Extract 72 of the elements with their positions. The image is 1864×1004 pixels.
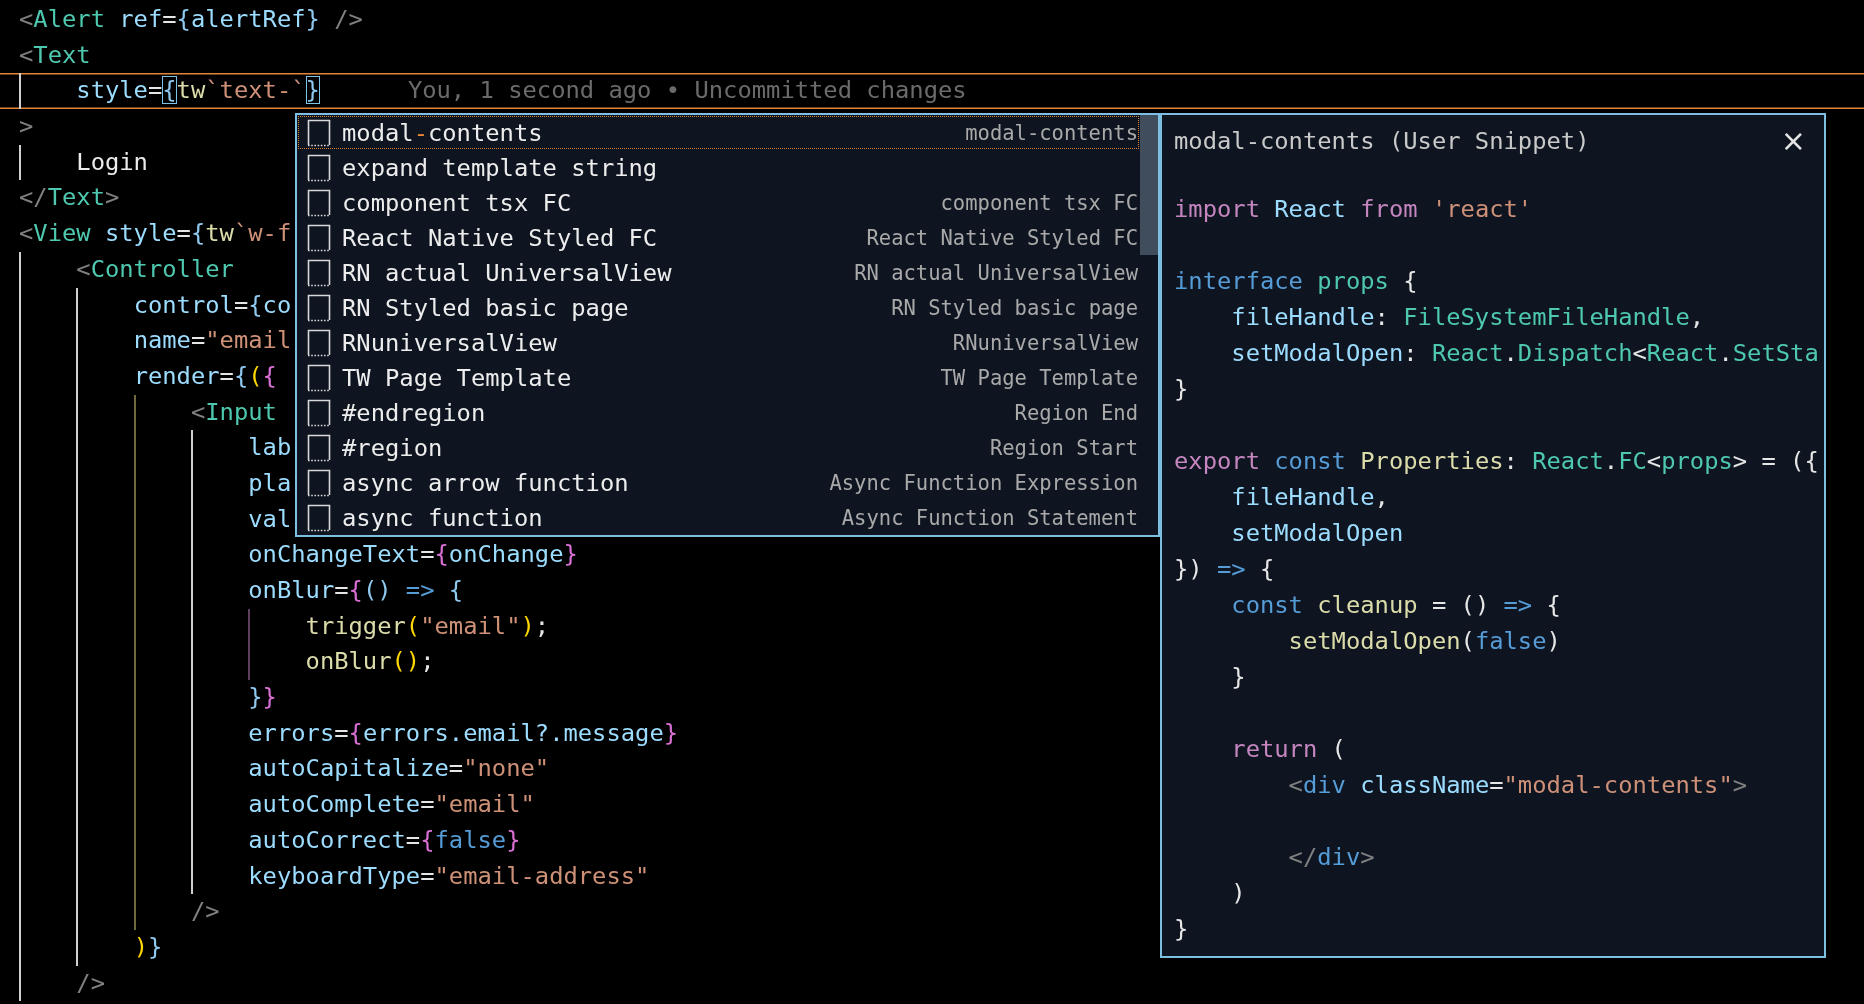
suggestion-item[interactable]: #region Region Start (297, 430, 1140, 465)
code-line: <Controller (19, 251, 234, 288)
code-line: ) (1230, 879, 1246, 907)
code-line: import React from 'react' (1174, 195, 1533, 223)
suggestion-item[interactable]: RNuniversalView RNuniversalView (297, 325, 1140, 360)
code-line: /> (19, 965, 105, 1002)
code-line: } (1174, 375, 1189, 403)
code-line: trigger("email"); (19, 608, 550, 645)
code-line: val (19, 501, 292, 538)
suggestion-item[interactable]: async function Async Function Statement (297, 500, 1140, 535)
code-line: name="email (19, 323, 292, 359)
code-line: } (1174, 915, 1189, 943)
snippet-icon (307, 363, 331, 392)
code-line: )} (19, 929, 163, 966)
code-line: autoCorrect={false} (19, 822, 521, 859)
code-line: control={co (19, 287, 292, 324)
code-line: <div className="modal-contents"> (1287, 771, 1748, 799)
code-line: } (1230, 663, 1246, 691)
code-line: const cleanup = () => { (1230, 591, 1561, 619)
scrollbar-thumb[interactable] (1140, 115, 1158, 255)
code-line: render={({ (19, 358, 277, 395)
code-line: > (19, 111, 34, 143)
code-line: lab (19, 430, 292, 466)
suggestion-item[interactable]: modal-contents modal-contents (297, 115, 1140, 150)
blame-annotation: You, 1 second ago • Uncommitted changes (407, 75, 967, 107)
suggestion-item[interactable]: component tsx FC component tsx FC (297, 185, 1140, 220)
snippet-icon (307, 223, 331, 252)
code-line: pla (19, 465, 292, 502)
code-line: Login (19, 144, 148, 181)
snippet-icon (307, 293, 331, 322)
code-line: /> (19, 894, 220, 930)
suggestion-item[interactable]: TW Page Template TW Page Template (297, 360, 1140, 395)
code-line: autoCapitalize="none" (19, 751, 550, 788)
code-line: }) => { (1174, 555, 1275, 583)
code-line: onBlur={() => { (19, 573, 464, 609)
code-line: setModalOpen: React.Dispatch<React.SetSta (1230, 339, 1819, 367)
code-line: setModalOpen(false) (1287, 627, 1561, 655)
suggestion-item[interactable]: RN Styled basic page RN Styled basic page (297, 290, 1140, 325)
snippet-icon (307, 258, 331, 287)
code-line: fileHandle, (1230, 483, 1389, 511)
code-line: setModalOpen (1230, 519, 1404, 547)
code-line: onChangeText={onChange} (19, 537, 578, 573)
snippet-icon (307, 153, 331, 182)
code-line: <Alert ref={alertRef} /> (19, 4, 363, 35)
snippet-icon (307, 398, 331, 427)
code-line: keyboardType="email-address" (19, 858, 650, 895)
code-line: <Input (19, 394, 277, 431)
code-line: export const Properties: React.FC<props> = ({ (1174, 447, 1819, 475)
snippet-icon (307, 188, 331, 217)
suggestion-item[interactable]: expand template string (297, 150, 1140, 185)
suggestion-item[interactable]: React Native Styled FC React Native Styled FC (297, 220, 1140, 255)
suggestion-item[interactable]: async arrow function Async Function Expression (297, 465, 1140, 500)
snippet-icon (307, 433, 331, 462)
snippet-icon (307, 468, 331, 497)
code-line: </Text> (19, 182, 120, 214)
code-line: errors={errors.email?.message} (19, 715, 679, 752)
code-line: autoComplete="email" (19, 787, 535, 823)
code-line: interface props { (1174, 267, 1418, 295)
snippet-icon (307, 328, 331, 357)
code-line: <Text (19, 39, 91, 71)
code-line: return ( (1230, 735, 1346, 763)
code-line: fileHandle: FileSystemFileHandle, (1230, 303, 1705, 331)
snippet-icon (307, 503, 331, 532)
details-title: modal-contents (User Snippet) (1174, 126, 1590, 157)
suggestion-item[interactable]: RN actual UniversalView RN actual UniversalView (297, 255, 1140, 290)
suggestion-item[interactable]: #endregion Region End (297, 395, 1140, 430)
snippet-icon (307, 118, 331, 147)
code-line: </div> (1287, 843, 1375, 871)
close-button[interactable]: × (1776, 123, 1810, 159)
code-line: <View style={tw`w-f (19, 218, 292, 250)
code-line: }} (19, 680, 277, 716)
code-line: onBlur(); (19, 644, 435, 681)
